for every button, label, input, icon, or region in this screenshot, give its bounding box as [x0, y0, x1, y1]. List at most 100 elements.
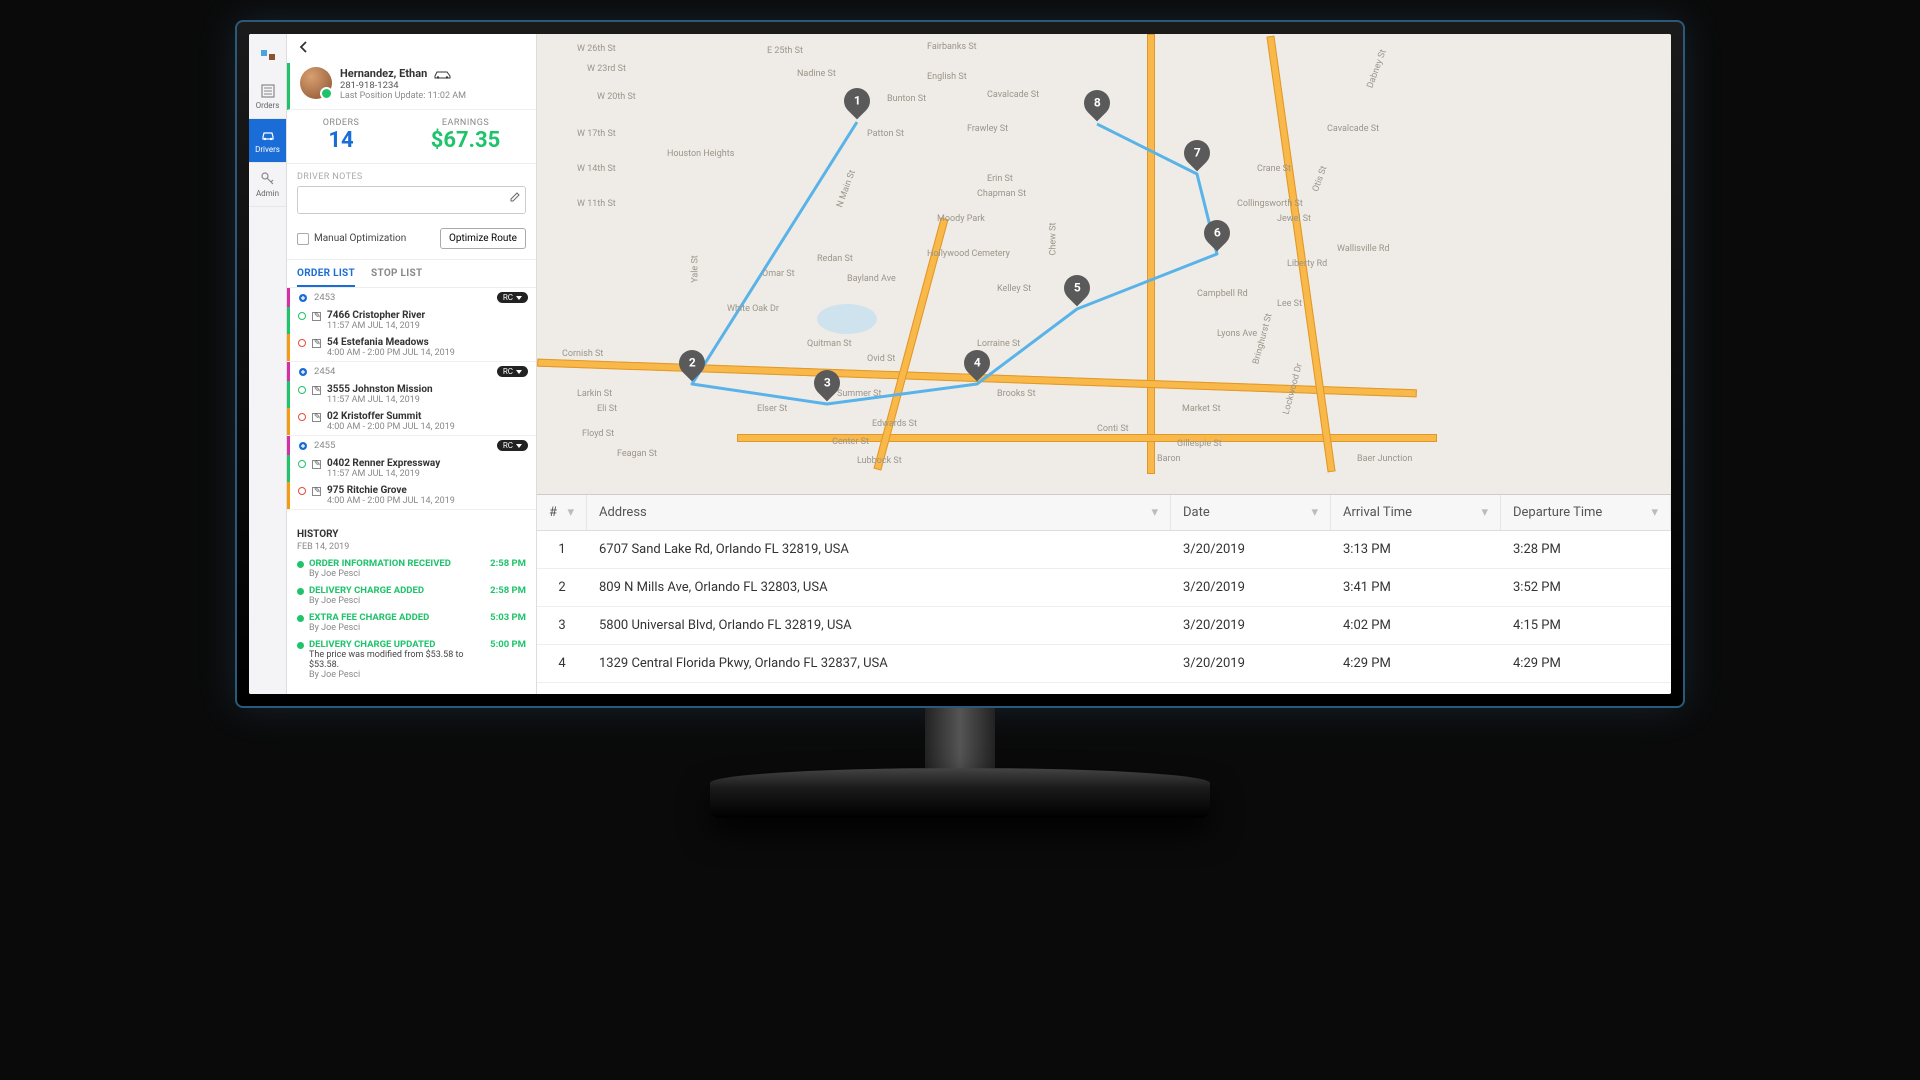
nav-admin[interactable]: Admin [249, 163, 286, 207]
row-address: 809 N Mills Ave, Orlando FL 32803, USA [587, 569, 1171, 606]
table-row[interactable]: 3 5800 Universal Blvd, Orlando FL 32819,… [537, 607, 1671, 645]
key-icon [260, 171, 276, 187]
map-pin[interactable]: 8 [1084, 90, 1110, 124]
street-label: Lorraine St [977, 339, 1020, 349]
history-date: FEB 14, 2019 [297, 542, 526, 552]
filter-icon[interactable]: ▾ [1151, 505, 1158, 520]
street-label: English St [927, 72, 967, 82]
street-label: Larkin St [577, 389, 612, 399]
stop-time: 11:57 AM JUL 14, 2019 [327, 469, 528, 479]
notes-label: DRIVER NOTES [297, 172, 526, 182]
street-label: Nadine St [797, 69, 836, 79]
map-pin[interactable]: 6 [1204, 220, 1230, 254]
nav-drivers-label: Drivers [255, 145, 280, 154]
history-by: By Joe Pesci [309, 670, 485, 680]
orders-list[interactable]: 2453 RC 7466 Cristopher River 11:57 AM J… [287, 288, 536, 521]
nav-drivers[interactable]: Drivers [249, 119, 286, 163]
stop-time: 4:00 AM - 2:00 PM JUL 14, 2019 [327, 422, 528, 432]
order-header[interactable]: 2455 RC [287, 436, 536, 455]
expand-icon[interactable] [298, 293, 308, 303]
row-arrival: 3:41 PM [1331, 569, 1501, 606]
pin-number: 1 [854, 94, 861, 108]
street-label: White Oak Dr [727, 304, 779, 314]
edit-stop-icon[interactable] [312, 460, 321, 469]
history-event: DELIVERY CHARGE UPDATED [309, 639, 485, 650]
car-icon [260, 127, 276, 143]
map-pin[interactable]: 3 [814, 370, 840, 404]
map-pin[interactable]: 1 [844, 88, 870, 122]
filter-icon[interactable]: ▾ [567, 505, 574, 520]
street-label: Kelley St [997, 284, 1031, 294]
filter-icon[interactable]: ▾ [1481, 505, 1488, 520]
history-by: By Joe Pesci [309, 569, 485, 579]
edit-stop-icon[interactable] [312, 413, 321, 422]
order-stop[interactable]: 02 Kristoffer Summit 4:00 AM - 2:00 PM J… [287, 408, 536, 435]
edit-stop-icon[interactable] [312, 386, 321, 395]
earnings-value: $67.35 [431, 128, 501, 153]
table-row[interactable]: 1 6707 Sand Lake Rd, Orlando FL 32819, U… [537, 531, 1671, 569]
street-label: Omar St [762, 269, 795, 279]
street-label: Lubbock St [857, 456, 902, 466]
col-arrival: Arrival Time [1343, 505, 1412, 520]
manual-opt-checkbox[interactable]: Manual Optimization [297, 233, 406, 245]
history-time: 2:58 PM [490, 558, 526, 569]
back-icon[interactable] [297, 40, 311, 54]
edit-stop-icon[interactable] [312, 312, 321, 321]
edit-stop-icon[interactable] [312, 487, 321, 496]
street-label: Campbell Rd [1197, 289, 1248, 299]
table-row[interactable]: 4 1329 Central Florida Pkwy, Orlando FL … [537, 645, 1671, 683]
street-label: Moody Park [937, 214, 985, 224]
edit-stop-icon[interactable] [312, 339, 321, 348]
order-stop[interactable]: 975 Ritchie Grove 4:00 AM - 2:00 PM JUL … [287, 482, 536, 509]
stop-address: 975 Ritchie Grove [327, 485, 528, 496]
map-pin[interactable]: 7 [1184, 140, 1210, 174]
order-stop[interactable]: 3555 Johnston Mission 11:57 AM JUL 14, 2… [287, 381, 536, 408]
pin-number: 3 [824, 376, 831, 390]
stop-address: 54 Estefania Meadows [327, 337, 528, 348]
notes-input[interactable] [297, 186, 526, 214]
street-label: W 20th St [597, 92, 636, 102]
order-stop[interactable]: 54 Estefania Meadows 4:00 AM - 2:00 PM J… [287, 334, 536, 361]
table-row[interactable]: 2 809 N Mills Ave, Orlando FL 32803, USA… [537, 569, 1671, 607]
history-event: DELIVERY CHARGE ADDED [309, 585, 485, 596]
rc-badge[interactable]: RC [497, 440, 528, 451]
row-address: 5800 Universal Blvd, Orlando FL 32819, U… [587, 607, 1171, 644]
order-header[interactable]: 2454 RC [287, 362, 536, 381]
street-label: Feagan St [617, 449, 657, 459]
tab-stop-list[interactable]: STOP LIST [371, 268, 422, 287]
stop-time: 11:57 AM JUL 14, 2019 [327, 321, 528, 331]
order-stop[interactable]: 0402 Renner Expressway 11:57 AM JUL 14, … [287, 455, 536, 482]
pin-number: 6 [1214, 226, 1221, 240]
street-label: Lee St [1277, 299, 1302, 309]
filter-icon[interactable]: ▾ [1311, 505, 1318, 520]
nav-orders-label: Orders [256, 101, 280, 110]
rc-badge[interactable]: RC [497, 292, 528, 303]
street-label: Brooks St [997, 389, 1036, 399]
street-label: Bayland Ave [847, 274, 896, 284]
optimize-route-button[interactable]: Optimize Route [440, 228, 526, 249]
edit-icon[interactable] [509, 191, 521, 203]
order-id: 2455 [314, 440, 335, 451]
order-header[interactable]: 2453 RC [287, 288, 536, 307]
street-label: W 26th St [577, 44, 616, 54]
route-map[interactable]: W 26th StE 25th StFairbanks StW 23rd StN… [537, 34, 1671, 494]
pin-number: 7 [1194, 146, 1201, 160]
status-dot [298, 386, 306, 394]
street-label: Frawley St [967, 124, 1008, 134]
col-date: Date [1183, 505, 1210, 520]
expand-icon[interactable] [298, 367, 308, 377]
filter-icon[interactable]: ▾ [1651, 505, 1658, 520]
map-pin[interactable]: 2 [679, 350, 705, 384]
row-num: 2 [537, 569, 587, 606]
rc-badge[interactable]: RC [497, 366, 528, 377]
status-dot [298, 413, 306, 421]
driver-last-update: Last Position Update: 11:02 AM [340, 91, 466, 101]
map-pin[interactable]: 4 [964, 350, 990, 384]
expand-icon[interactable] [298, 441, 308, 451]
order-stop[interactable]: 7466 Cristopher River 11:57 AM JUL 14, 2… [287, 307, 536, 334]
nav-orders[interactable]: Orders [249, 75, 286, 119]
street-label: Gillespie St [1177, 439, 1222, 449]
map-pin[interactable]: 5 [1064, 275, 1090, 309]
street-label: Chew St [1048, 223, 1058, 256]
tab-order-list[interactable]: ORDER LIST [297, 268, 355, 287]
